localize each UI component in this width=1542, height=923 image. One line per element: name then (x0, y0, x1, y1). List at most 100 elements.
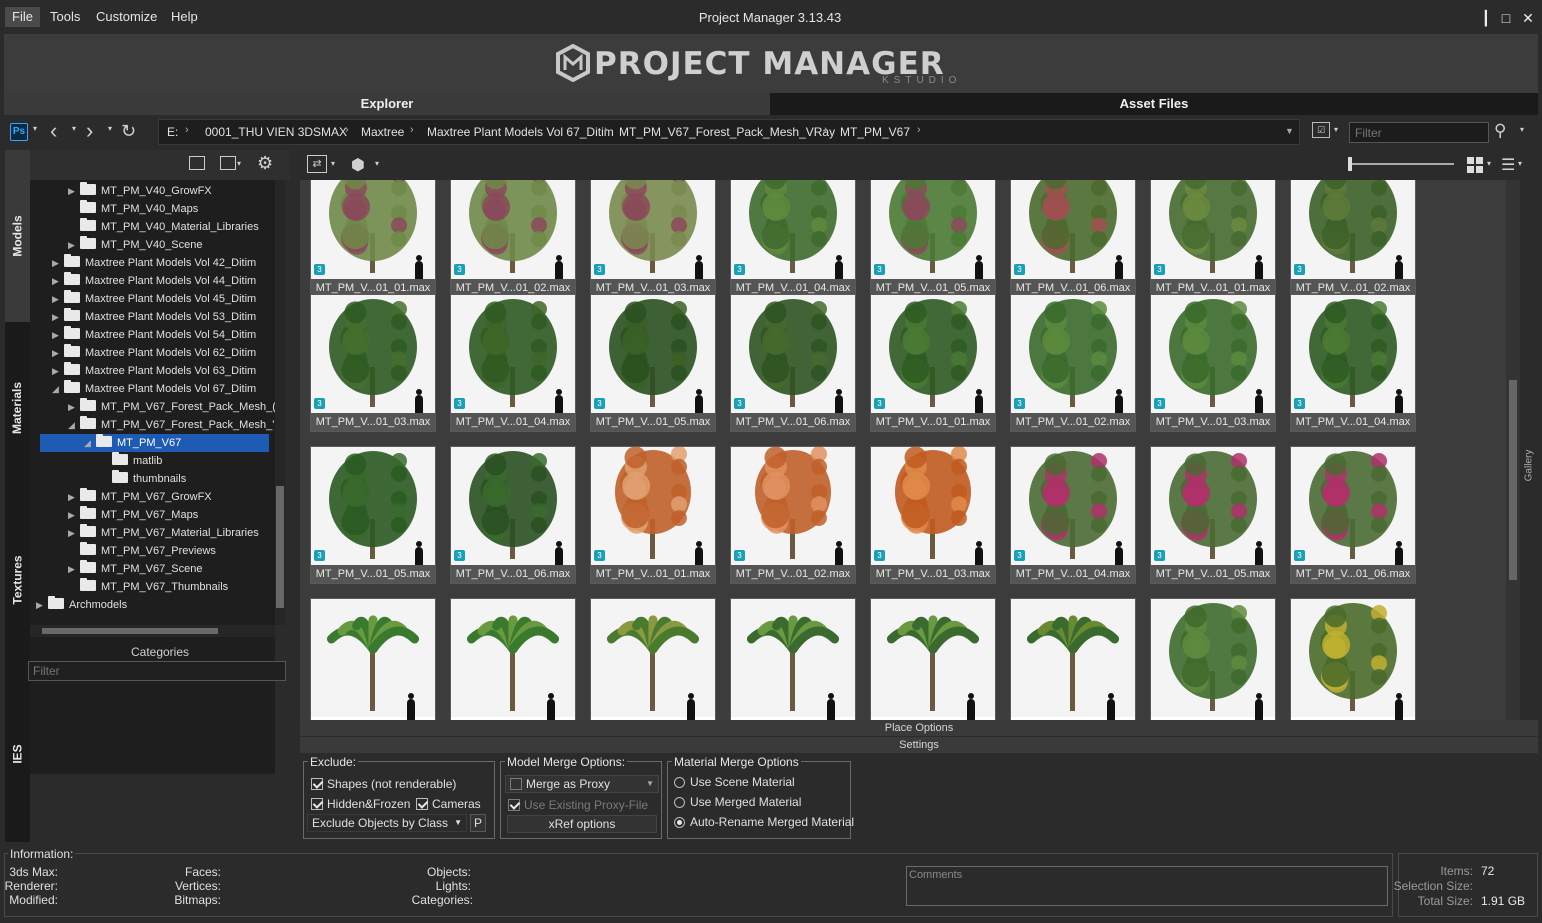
expand-arrow-icon[interactable]: ▶ (52, 290, 64, 308)
tree-node[interactable]: ▶ MT_PM_V67_Scene (30, 560, 203, 578)
tree-horizontal-scrollbar[interactable] (30, 625, 275, 637)
asset-thumbnail[interactable]: 3 MT_PM_V...01_06.max (1010, 180, 1136, 298)
tree-node[interactable]: ▶ MT_PM_V67_Maps (30, 506, 198, 524)
menu-tools[interactable]: Tools (43, 7, 87, 27)
asset-thumbnail[interactable]: 3 MT_PM_V...01_04.max (730, 180, 856, 298)
menu-file[interactable]: File (5, 7, 40, 27)
checkbox-icon[interactable] (311, 798, 323, 810)
asset-thumbnail[interactable]: 3 MT_PM_V...01_02.max (730, 446, 856, 584)
expand-arrow-icon[interactable]: ▶ (68, 560, 80, 578)
expand-arrow-icon[interactable]: ▶ (68, 182, 80, 200)
asset-thumbnail[interactable]: 3 MT_PM_V...01_05.max (1150, 446, 1276, 584)
swap-view-icon[interactable]: ⇄ (307, 155, 327, 173)
sort-icon[interactable]: ☰ (1501, 155, 1515, 175)
tree-node[interactable]: ▶ Maxtree Plant Models Vol 42_Ditim (30, 254, 256, 272)
tree-node[interactable]: MT_PM_V40_Material_Libraries (30, 218, 259, 236)
layout-icon[interactable] (220, 156, 236, 170)
categories-header[interactable]: Categories (30, 644, 290, 660)
gallery-side-panel[interactable]: Gallery (1520, 180, 1538, 720)
exclude-by-class-dropdown[interactable]: Exclude Objects by Class ▼ (307, 814, 467, 832)
expand-arrow-icon[interactable]: ▶ (52, 362, 64, 380)
grid-view-icon[interactable] (1467, 157, 1483, 173)
tree-node[interactable]: ▶ Maxtree Plant Models Vol 62_Ditim (30, 344, 256, 362)
expand-arrow-icon[interactable]: ▶ (52, 344, 64, 362)
chevron-down-icon[interactable]: ▾ (331, 159, 335, 168)
tree-node[interactable]: ▶ Maxtree Plant Models Vol 54_Ditim (30, 326, 256, 344)
chevron-right-icon[interactable]: › (917, 124, 921, 136)
checkbox-icon[interactable] (311, 778, 323, 790)
crumb-forest-pack[interactable]: MT_PM_V67_Forest_Pack_Mesh_VRay (619, 125, 835, 139)
model-cube-icon[interactable]: ⬢ (351, 155, 365, 175)
expand-arrow-icon[interactable]: ▶ (52, 272, 64, 290)
chevron-down-icon[interactable]: ▾ (1520, 125, 1524, 134)
asset-thumbnail[interactable]: 3 (1010, 598, 1136, 720)
tree-vertical-scrollbar[interactable] (275, 180, 285, 625)
menu-help[interactable]: Help (164, 7, 205, 27)
chevron-down-icon[interactable]: ▾ (1334, 125, 1338, 134)
tree-node[interactable]: ◢ MT_PM_V67_Forest_Pack_Mesh_' (30, 416, 274, 434)
tree-node[interactable]: thumbnails (30, 470, 186, 488)
tree-node[interactable]: ▶ Maxtree Plant Models Vol 45_Ditim (30, 290, 256, 308)
crumb-current[interactable]: MT_PM_V67 (840, 125, 910, 139)
tree-node[interactable]: ◢ Maxtree Plant Models Vol 67_Ditim (30, 380, 256, 398)
asset-thumbnail[interactable]: 3 MT_PM_V...01_04.max (1290, 294, 1416, 432)
breadcrumb[interactable]: E: › 0001_THU VIEN 3DSMAX › Maxtree › Ma… (158, 119, 1300, 145)
radio-icon[interactable] (674, 797, 685, 808)
crumb-library[interactable]: 0001_THU VIEN 3DSMAX (205, 125, 347, 139)
settings-bar[interactable]: Settings (300, 737, 1538, 753)
photoshop-icon[interactable]: Ps (10, 123, 28, 141)
chevron-down-icon[interactable]: ▼ (1285, 126, 1294, 136)
xref-options-button[interactable]: xRef options (507, 815, 657, 833)
merge-as-proxy-checkbox[interactable]: Merge as Proxy ▼ (505, 775, 659, 793)
comments-field[interactable]: Comments (906, 866, 1388, 906)
asset-thumbnail[interactable]: 3 MT_PM_V...01_03.max (870, 446, 996, 584)
expand-arrow-icon[interactable]: ▶ (68, 506, 80, 524)
gallery-scrollbar[interactable] (1506, 180, 1520, 720)
tree-node[interactable]: ▶ Maxtree Plant Models Vol 53_Ditim (30, 308, 256, 326)
asset-thumbnail[interactable]: 3 MT_PM_V...01_05.max (590, 294, 716, 432)
asset-thumbnail[interactable]: 3 MT_PM_V...01_01.max (590, 446, 716, 584)
expand-arrow-icon[interactable]: ▶ (36, 596, 48, 614)
asset-thumbnail[interactable]: 3 MT_PM_V...01_01.max (870, 294, 996, 432)
categories-filter-input[interactable] (28, 661, 286, 681)
expand-arrow-icon[interactable]: ◢ (68, 416, 80, 434)
chevron-down-icon[interactable]: ▾ (1487, 159, 1491, 168)
asset-thumbnail[interactable]: 3 (870, 598, 996, 720)
asset-thumbnail[interactable]: 3 MT_PM_V...01_06.max (450, 446, 576, 584)
search-icon[interactable]: ⚲ (1494, 121, 1506, 141)
menu-customize[interactable]: Customize (89, 7, 164, 27)
tree-node[interactable]: ▶ MT_PM_V67_Forest_Pack_Mesh_( (30, 398, 275, 416)
asset-thumbnail[interactable]: 3 MT_PM_V...01_03.max (310, 294, 436, 432)
asset-thumbnail[interactable]: 3 MT_PM_V...01_02.max (1010, 294, 1136, 432)
window-icon[interactable] (189, 156, 205, 170)
asset-thumbnail[interactable]: 3 MT_PM_V...01_02.max (1290, 180, 1416, 298)
tree-node[interactable]: ▶ Maxtree Plant Models Vol 44_Ditim (30, 272, 256, 290)
asset-thumbnail[interactable]: 3 MT_PM_V...01_04.max (450, 294, 576, 432)
tree-node[interactable]: ▶ MT_PM_V40_GrowFX (30, 182, 212, 200)
tree-node[interactable]: MT_PM_V40_Maps (30, 200, 198, 218)
asset-thumbnail[interactable]: 3 (310, 598, 436, 720)
expand-arrow-icon[interactable]: ◢ (52, 380, 64, 398)
chevron-right-icon[interactable]: › (604, 124, 608, 136)
chevron-right-icon[interactable]: › (824, 124, 828, 136)
asset-thumbnail[interactable]: 3 MT_PM_V...01_06.max (730, 294, 856, 432)
chevron-down-icon[interactable]: ▾ (375, 159, 379, 168)
chevron-right-icon[interactable]: › (410, 124, 414, 136)
expand-arrow-icon[interactable]: ▶ (52, 326, 64, 344)
asset-thumbnail[interactable]: 3 MT_PM_V...01_05.max (870, 180, 996, 298)
crumb-vol67[interactable]: Maxtree Plant Models Vol 67_Ditim (427, 125, 614, 139)
asset-thumbnail[interactable]: 3 (590, 598, 716, 720)
expand-arrow-icon[interactable]: ◢ (84, 434, 96, 452)
asset-thumbnail[interactable]: 3 MT_PM_V...01_01.max (1150, 180, 1276, 298)
place-options-bar[interactable]: Place Options (300, 720, 1538, 736)
chevron-down-icon[interactable]: ▾ (237, 159, 241, 168)
tab-ies[interactable]: IES (5, 666, 30, 842)
tree-node[interactable]: ▶ Archmodels (30, 596, 127, 614)
radio-icon[interactable] (674, 777, 685, 788)
refresh-icon[interactable]: ↻ (121, 121, 136, 142)
cameras-checkbox[interactable]: Cameras (416, 795, 481, 813)
chevron-right-icon[interactable]: › (185, 124, 189, 136)
expand-arrow-icon[interactable]: ▶ (52, 308, 64, 326)
checkbox-icon[interactable] (508, 799, 520, 811)
tree-node[interactable]: MT_PM_V67_Previews (30, 542, 216, 560)
